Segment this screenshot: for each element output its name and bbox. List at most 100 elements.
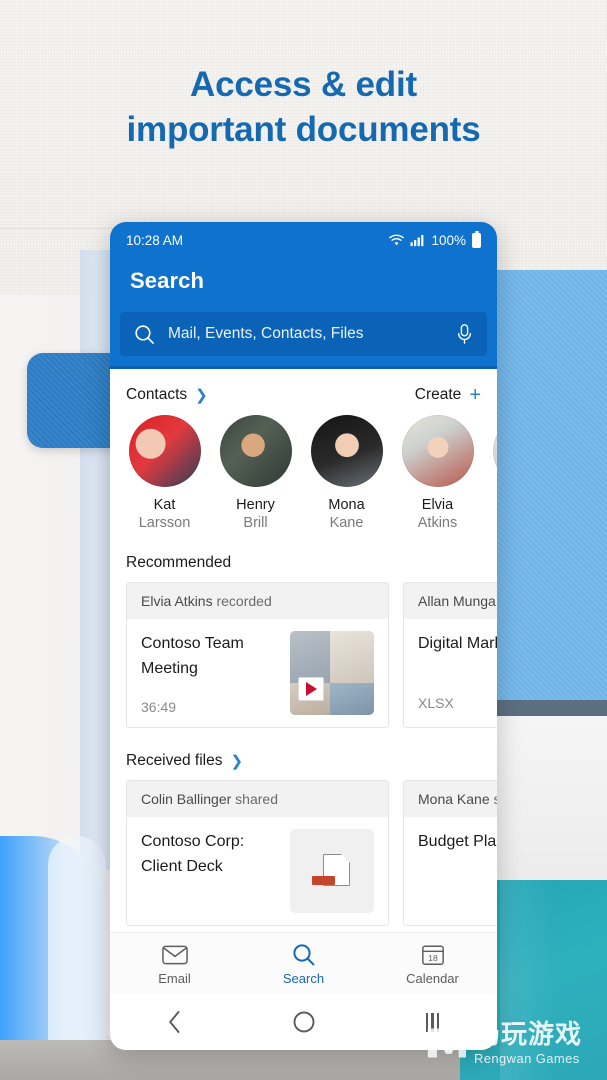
play-icon[interactable]	[298, 677, 324, 701]
card-text-block: Digital Marketing Plan XLSX	[418, 631, 497, 711]
card-action: shared	[235, 791, 278, 807]
avatar	[219, 415, 292, 487]
received-files-section-title: Received files	[126, 752, 223, 769]
headline-line-2: important documents	[126, 110, 481, 149]
nav-tab-email[interactable]: Email	[110, 942, 239, 986]
contact-item[interactable]: Mona Kane	[308, 415, 385, 532]
contact-item-partial[interactable]	[490, 415, 497, 532]
contact-last-name: Larsson	[138, 515, 191, 531]
thumbnail-tile	[330, 683, 374, 715]
search-content: Contacts ❯ Create + Kat Larsson Henry Br…	[110, 369, 497, 965]
signal-bars-icon	[410, 234, 424, 246]
search-placeholder: Mail, Events, Contacts, Files	[168, 325, 364, 342]
avatar	[128, 415, 201, 487]
card-subtitle: Allan Munga	[404, 583, 497, 619]
search-input[interactable]: Mail, Events, Contacts, Files	[120, 312, 487, 356]
envelope-icon	[110, 942, 239, 968]
bottom-navigation[interactable]: Email Search 18 Calendar	[110, 932, 497, 994]
card-action: recorded	[216, 593, 272, 609]
card-text-block: Budget Plan Quarter	[418, 829, 497, 909]
card-title: Contoso Team Meeting	[141, 635, 244, 677]
card-actor: Elvia Atkins	[141, 593, 213, 609]
contact-item[interactable]: Henry Brill	[217, 415, 294, 532]
page-title: Access & edit important documents	[0, 62, 607, 152]
wifi-icon	[389, 234, 405, 245]
create-label: Create	[414, 386, 462, 403]
headline-line-1: Access & edit	[190, 65, 417, 104]
file-thumbnail[interactable]	[290, 829, 374, 913]
contact-last-name: Atkins	[417, 515, 458, 531]
contact-item[interactable]: Elvia Atkins	[399, 415, 476, 532]
app-header: Search	[110, 258, 497, 306]
contact-item[interactable]: Kat Larsson	[126, 415, 203, 532]
system-navigation-bar[interactable]	[110, 994, 497, 1050]
recommended-card[interactable]: Allan Munga Digital Marketing Plan XLSX	[403, 582, 497, 728]
contacts-list[interactable]: Kat Larsson Henry Brill Mona Kane Elvia …	[110, 415, 497, 532]
card-meta: 36:49	[141, 699, 177, 715]
status-bar: 10:28 AM 100%	[110, 222, 497, 258]
document-icon	[312, 854, 352, 888]
contact-last-name: Brill	[243, 515, 268, 531]
microphone-icon[interactable]	[456, 323, 473, 345]
contact-first-name: Mona	[328, 497, 365, 513]
nav-label: Calendar	[406, 970, 459, 986]
recommended-cards[interactable]: Elvia Atkins recorded Contoso Team Meeti…	[110, 582, 497, 728]
video-thumbnail[interactable]	[290, 631, 374, 715]
card-actor: Allan Munga	[418, 593, 496, 609]
card-title: Contoso Corp: Client Deck	[141, 833, 245, 875]
app-title: Search	[130, 268, 204, 293]
svg-text:18: 18	[428, 952, 438, 962]
received-files-cards[interactable]: Colin Ballinger shared Contoso Corp: Cli…	[110, 780, 497, 926]
calendar-icon: 18	[368, 942, 497, 968]
card-text-block: Contoso Corp: Client Deck	[141, 829, 282, 913]
chevron-right-icon[interactable]: ❯	[195, 388, 208, 403]
background-teal-sheen	[500, 880, 555, 1080]
card-body: Digital Marketing Plan XLSX	[404, 619, 497, 723]
status-bar-time: 10:28 AM	[126, 232, 184, 248]
nav-label: Email	[158, 970, 191, 986]
card-subtitle: Colin Ballinger shared	[127, 781, 388, 817]
received-file-card[interactable]: Colin Ballinger shared Contoso Corp: Cli…	[126, 780, 389, 926]
screenshot-stage: Access & edit important documents 10:28 …	[0, 0, 607, 1080]
recommended-section-title: Recommended	[126, 554, 232, 571]
card-title: Budget Plan Quarter	[418, 833, 497, 850]
card-subtitle: Mona Kane shared	[404, 781, 497, 817]
card-actor: Mona Kane	[418, 791, 490, 807]
avatar	[492, 415, 497, 487]
received-files-section-header: Received files ❯	[110, 728, 497, 780]
contacts-section-title: Contacts	[126, 386, 188, 403]
nav-tab-calendar[interactable]: 18 Calendar	[368, 942, 497, 986]
battery-full-icon	[472, 230, 481, 248]
avatar	[310, 415, 383, 487]
received-file-card[interactable]: Mona Kane shared Budget Plan Quarter	[403, 780, 497, 926]
recents-bars-icon[interactable]	[368, 1012, 497, 1032]
contact-first-name: Kat	[153, 497, 176, 513]
contact-first-name: Henry	[236, 497, 275, 513]
create-contact-button[interactable]: Create +	[415, 385, 481, 405]
card-body: Contoso Corp: Client Deck	[127, 817, 388, 925]
recommended-card[interactable]: Elvia Atkins recorded Contoso Team Meeti…	[126, 582, 389, 728]
contacts-section-header: Contacts ❯ Create +	[110, 369, 497, 415]
contact-first-name: Elvia	[421, 497, 454, 513]
card-subtitle: Elvia Atkins recorded	[127, 583, 388, 619]
nav-label: Search	[282, 970, 325, 986]
card-actor: Colin Ballinger	[141, 791, 232, 807]
card-title: Digital Marketing Plan	[418, 635, 497, 652]
battery-percent-label: 100%	[431, 232, 466, 248]
search-icon	[239, 942, 368, 968]
status-bar-indicators: 100%	[389, 230, 481, 248]
search-icon	[135, 324, 154, 344]
thumbnail-tile	[330, 631, 374, 684]
card-body: Budget Plan Quarter	[404, 817, 497, 921]
contact-last-name: Kane	[329, 515, 364, 531]
card-text-block: Contoso Team Meeting 36:49	[141, 631, 282, 715]
plus-icon: +	[469, 384, 481, 406]
back-chevron-icon[interactable]	[110, 1009, 239, 1035]
nav-tab-search[interactable]: Search	[239, 942, 368, 986]
recommended-section-header: Recommended	[110, 532, 497, 582]
home-circle-icon[interactable]	[239, 1010, 368, 1034]
chevron-right-icon[interactable]: ❯	[231, 754, 244, 769]
card-meta: XLSX	[418, 695, 454, 711]
card-action: shared	[494, 791, 498, 807]
thumbnail-tile	[290, 631, 331, 684]
